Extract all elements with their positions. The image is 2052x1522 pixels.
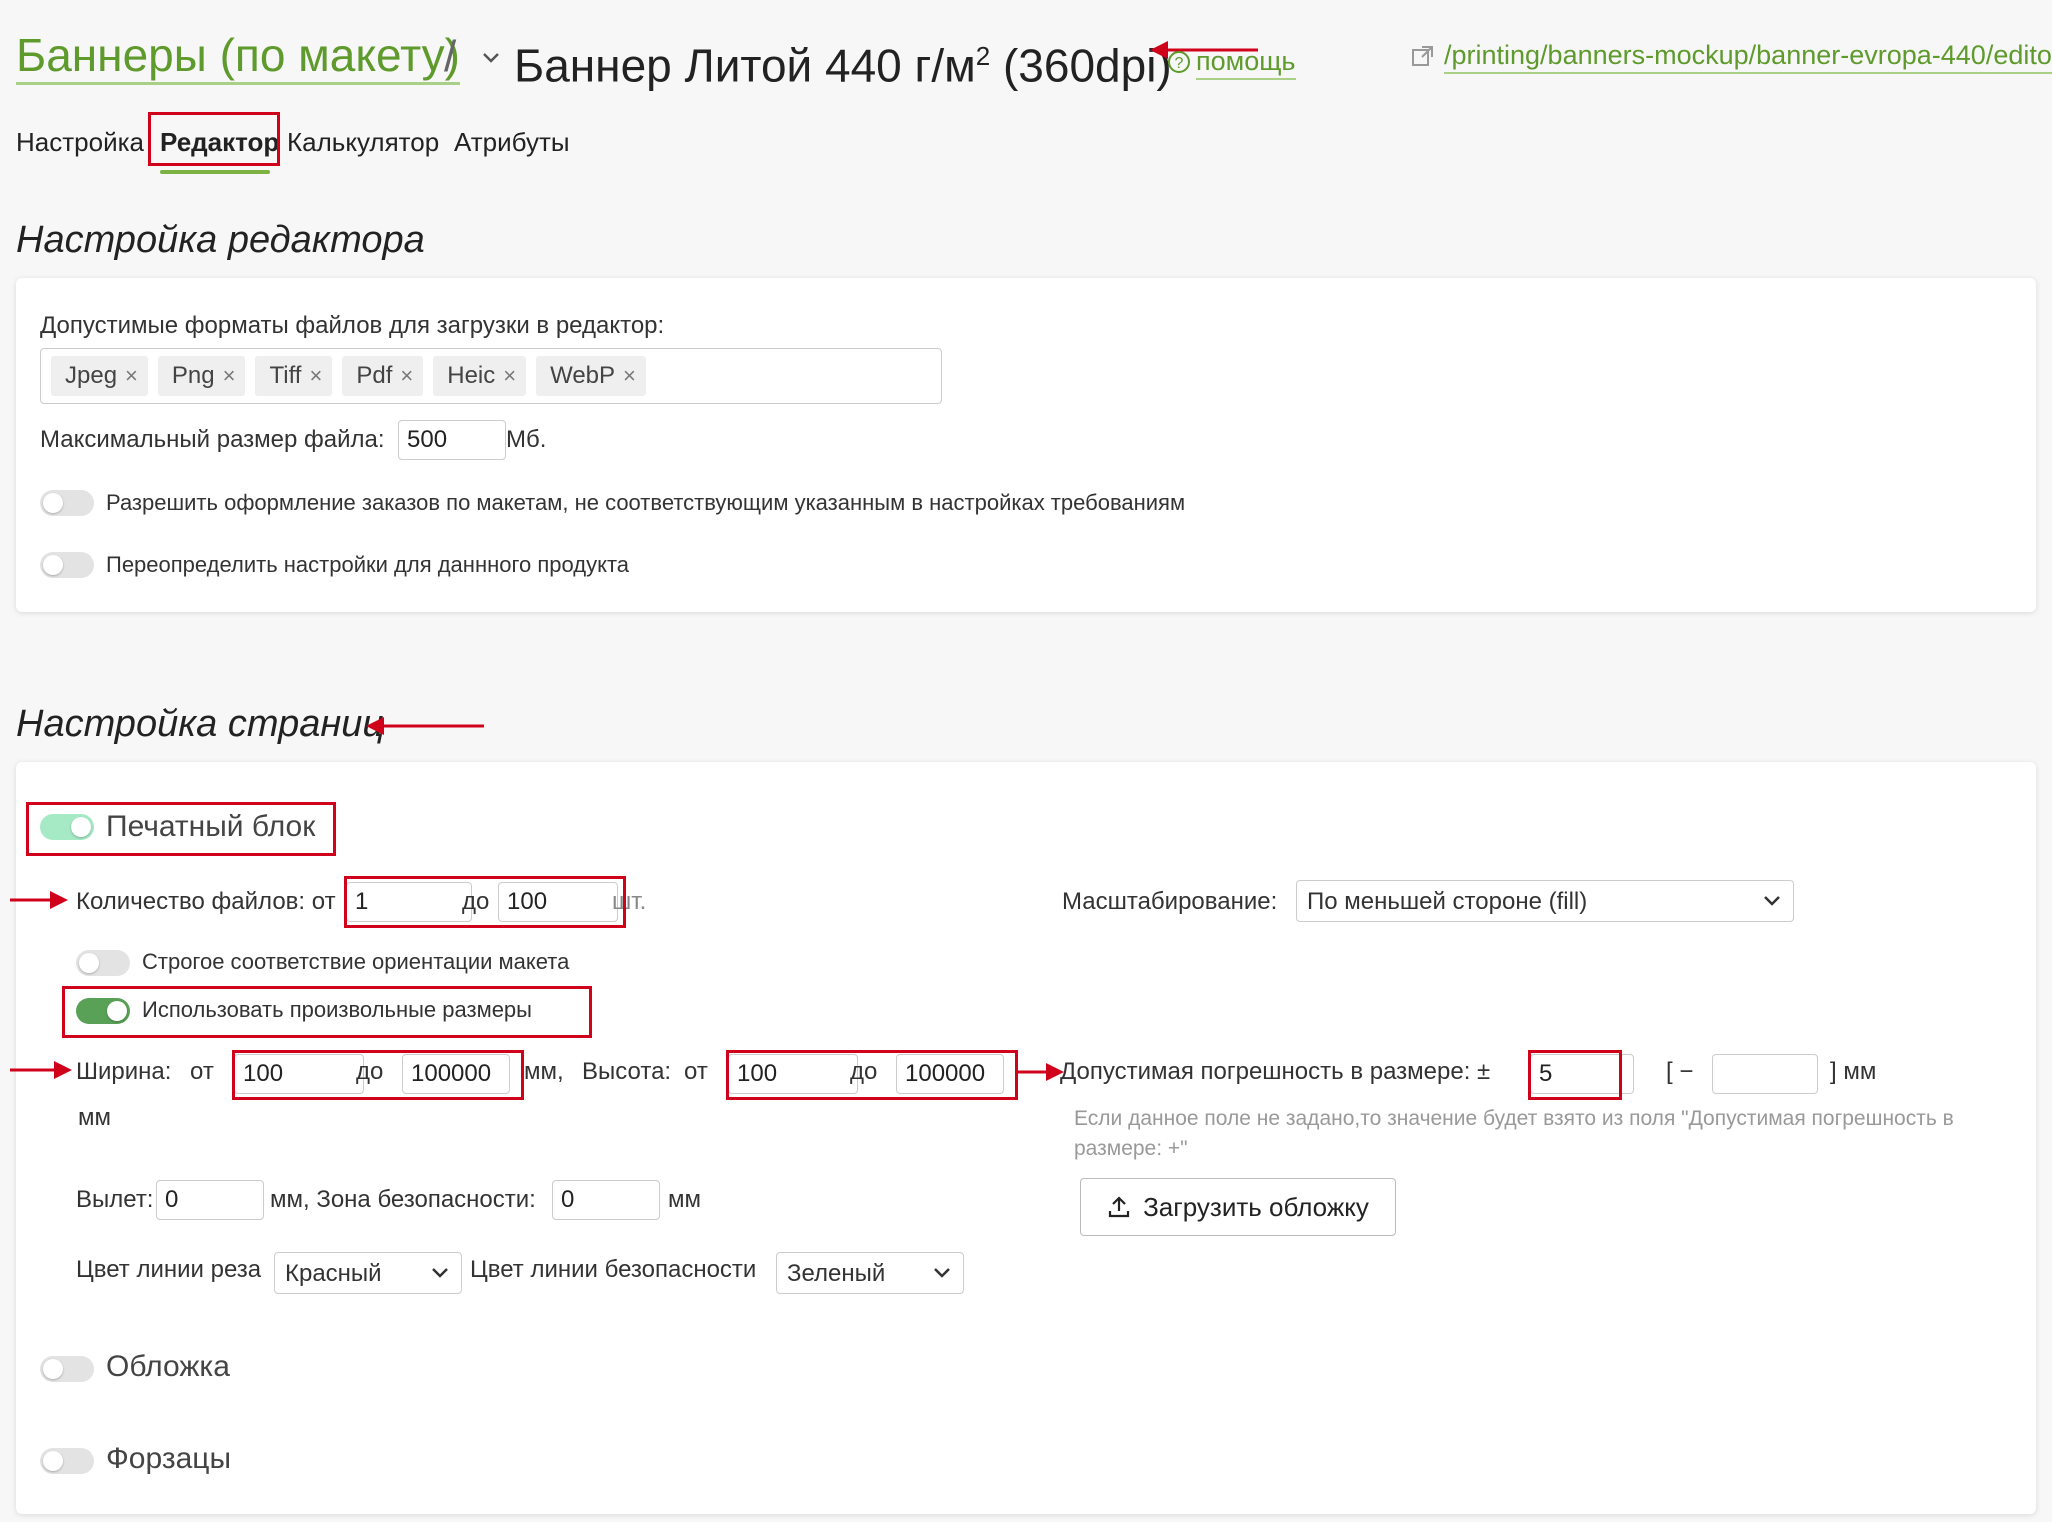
- scaling-label: Масштабирование:: [1062, 888, 1278, 915]
- external-link-icon: [1412, 46, 1433, 66]
- strict-orientation-label: Строгое соответствие ориентации макета: [142, 949, 570, 974]
- to-label: до: [356, 1058, 384, 1085]
- breadcrumb-link[interactable]: Баннеры (по макету): [16, 28, 460, 85]
- annotation-arrow: [10, 1061, 72, 1079]
- height-unit: мм: [78, 1104, 111, 1131]
- files-from-input[interactable]: 1: [346, 882, 472, 922]
- format-tag[interactable]: WebP ×: [536, 356, 646, 396]
- allow-mismatch-label: Разрешить оформление заказов по макетам,…: [106, 490, 1186, 515]
- editor-url-group[interactable]: /printing/banners-mockup/banner-evropa-4…: [1410, 38, 2052, 74]
- files-to-input[interactable]: 100: [498, 882, 618, 922]
- cover-label: Обложка: [106, 1350, 230, 1383]
- editor-settings-card: Допустимые форматы файлов для загрузки в…: [16, 278, 2036, 612]
- width-unit: мм,: [524, 1058, 564, 1085]
- max-size-label: Максимальный размер файла:: [40, 426, 385, 453]
- question-circle-icon: ?: [1168, 51, 1190, 73]
- remove-tag-icon[interactable]: ×: [309, 363, 322, 389]
- override-label: Переопределить настройки для даннного пр…: [106, 552, 630, 577]
- page-title: Баннер Литой 440 г/м2 (360dpi): [514, 39, 1172, 92]
- annotation-arrow: [1016, 1063, 1064, 1081]
- active-tab-indicator: [160, 170, 270, 174]
- tab-calculator[interactable]: Калькулятор: [287, 124, 439, 160]
- endpapers-label: Форзацы: [106, 1442, 232, 1475]
- tolerance-label: Допустимая погрешность в размере: ±: [1060, 1058, 1491, 1085]
- upload-cover-button[interactable]: Загрузить обложку: [1080, 1178, 1396, 1236]
- print-block-toggle[interactable]: [40, 814, 94, 840]
- scaling-select[interactable]: По меньшей стороне (fill): [1296, 880, 1794, 922]
- endpapers-toggle[interactable]: [40, 1448, 94, 1474]
- remove-tag-icon[interactable]: ×: [503, 363, 516, 389]
- tab-settings[interactable]: Настройка: [16, 124, 144, 160]
- max-size-input[interactable]: 500: [398, 420, 506, 460]
- safe-color-label: Цвет линии безопасности: [470, 1256, 757, 1283]
- remove-tag-icon[interactable]: ×: [623, 363, 636, 389]
- height-to-input[interactable]: 100000: [896, 1054, 1004, 1094]
- files-count-label: Количество файлов: от: [76, 888, 336, 915]
- editor-url-link[interactable]: /printing/banners-mockup/banner-evropa-4…: [1444, 38, 2052, 74]
- width-label: Ширина:: [76, 1058, 172, 1085]
- annotation-arrow: [366, 717, 484, 735]
- tolerance-hint: Если данное поле не задано,то значение б…: [1074, 1107, 1954, 1160]
- to-label: до: [462, 888, 490, 915]
- chevron-down-icon[interactable]: [478, 42, 504, 72]
- help-link-group[interactable]: ? помощь: [1168, 44, 1296, 80]
- tolerance-input[interactable]: 5: [1530, 1054, 1634, 1094]
- formats-multiselect[interactable]: Jpeg × Png × Tiff × Pdf × Heic × WebP ×: [40, 348, 942, 404]
- width-to-input[interactable]: 100000: [402, 1054, 510, 1094]
- bleed-label: Вылет:: [76, 1186, 154, 1213]
- to-label: до: [850, 1058, 878, 1085]
- remove-tag-icon[interactable]: ×: [125, 363, 138, 389]
- safe-zone-unit: мм: [668, 1186, 701, 1213]
- remove-tag-icon[interactable]: ×: [223, 363, 236, 389]
- chevron-down-icon: [934, 1268, 950, 1278]
- print-block-label: Печатный блок: [106, 810, 316, 843]
- tolerance-bracket-close: ] мм: [1830, 1058, 1877, 1085]
- format-tag[interactable]: Heic ×: [433, 356, 527, 396]
- format-tag[interactable]: Png ×: [157, 356, 246, 396]
- width-from-input[interactable]: 100: [234, 1054, 364, 1094]
- upload-icon: [1108, 1196, 1130, 1218]
- safe-color-select[interactable]: Зеленый: [776, 1252, 964, 1294]
- override-toggle[interactable]: [40, 552, 94, 578]
- safe-zone-label: мм, Зона безопасности:: [270, 1186, 536, 1213]
- format-tag[interactable]: Pdf ×: [342, 356, 424, 396]
- tolerance-bracket-open: [ −: [1666, 1058, 1694, 1085]
- allow-mismatch-toggle[interactable]: [40, 490, 94, 516]
- custom-sizes-toggle[interactable]: [76, 998, 130, 1024]
- formats-label: Допустимые форматы файлов для загрузки в…: [40, 312, 665, 339]
- height-label: Высота:: [582, 1058, 672, 1085]
- strict-orientation-toggle[interactable]: [76, 950, 130, 976]
- format-tag[interactable]: Tiff ×: [255, 356, 333, 396]
- breadcrumb-separator: /: [444, 32, 457, 81]
- cover-toggle[interactable]: [40, 1356, 94, 1382]
- max-size-unit: Мб.: [506, 426, 547, 453]
- safe-zone-input[interactable]: 0: [552, 1180, 660, 1220]
- tab-attributes[interactable]: Атрибуты: [454, 124, 570, 160]
- cut-color-label: Цвет линии реза: [76, 1256, 262, 1283]
- chevron-down-icon: [432, 1268, 448, 1278]
- remove-tag-icon[interactable]: ×: [400, 363, 413, 389]
- help-link[interactable]: помощь: [1196, 44, 1296, 80]
- tolerance-minus-input[interactable]: [1712, 1054, 1818, 1094]
- chevron-down-icon: [1764, 896, 1780, 906]
- tab-editor[interactable]: Редактор: [160, 124, 279, 160]
- from-label: от: [684, 1058, 708, 1085]
- editor-settings-title: Настройка редактора: [16, 219, 425, 261]
- bleed-input[interactable]: 0: [156, 1180, 264, 1220]
- page-settings-card: Печатный блок Количество файлов: от 1 до…: [16, 762, 2036, 1514]
- custom-sizes-label: Использовать произвольные размеры: [142, 997, 532, 1022]
- annotation-arrow: [10, 891, 68, 909]
- height-from-input[interactable]: 100: [728, 1054, 858, 1094]
- page-settings-title: Настройка страниц: [16, 703, 385, 745]
- from-label: от: [190, 1058, 214, 1085]
- format-tag[interactable]: Jpeg ×: [51, 356, 148, 396]
- cut-color-select[interactable]: Красный: [274, 1252, 462, 1294]
- pcs-unit: шт.: [612, 888, 647, 915]
